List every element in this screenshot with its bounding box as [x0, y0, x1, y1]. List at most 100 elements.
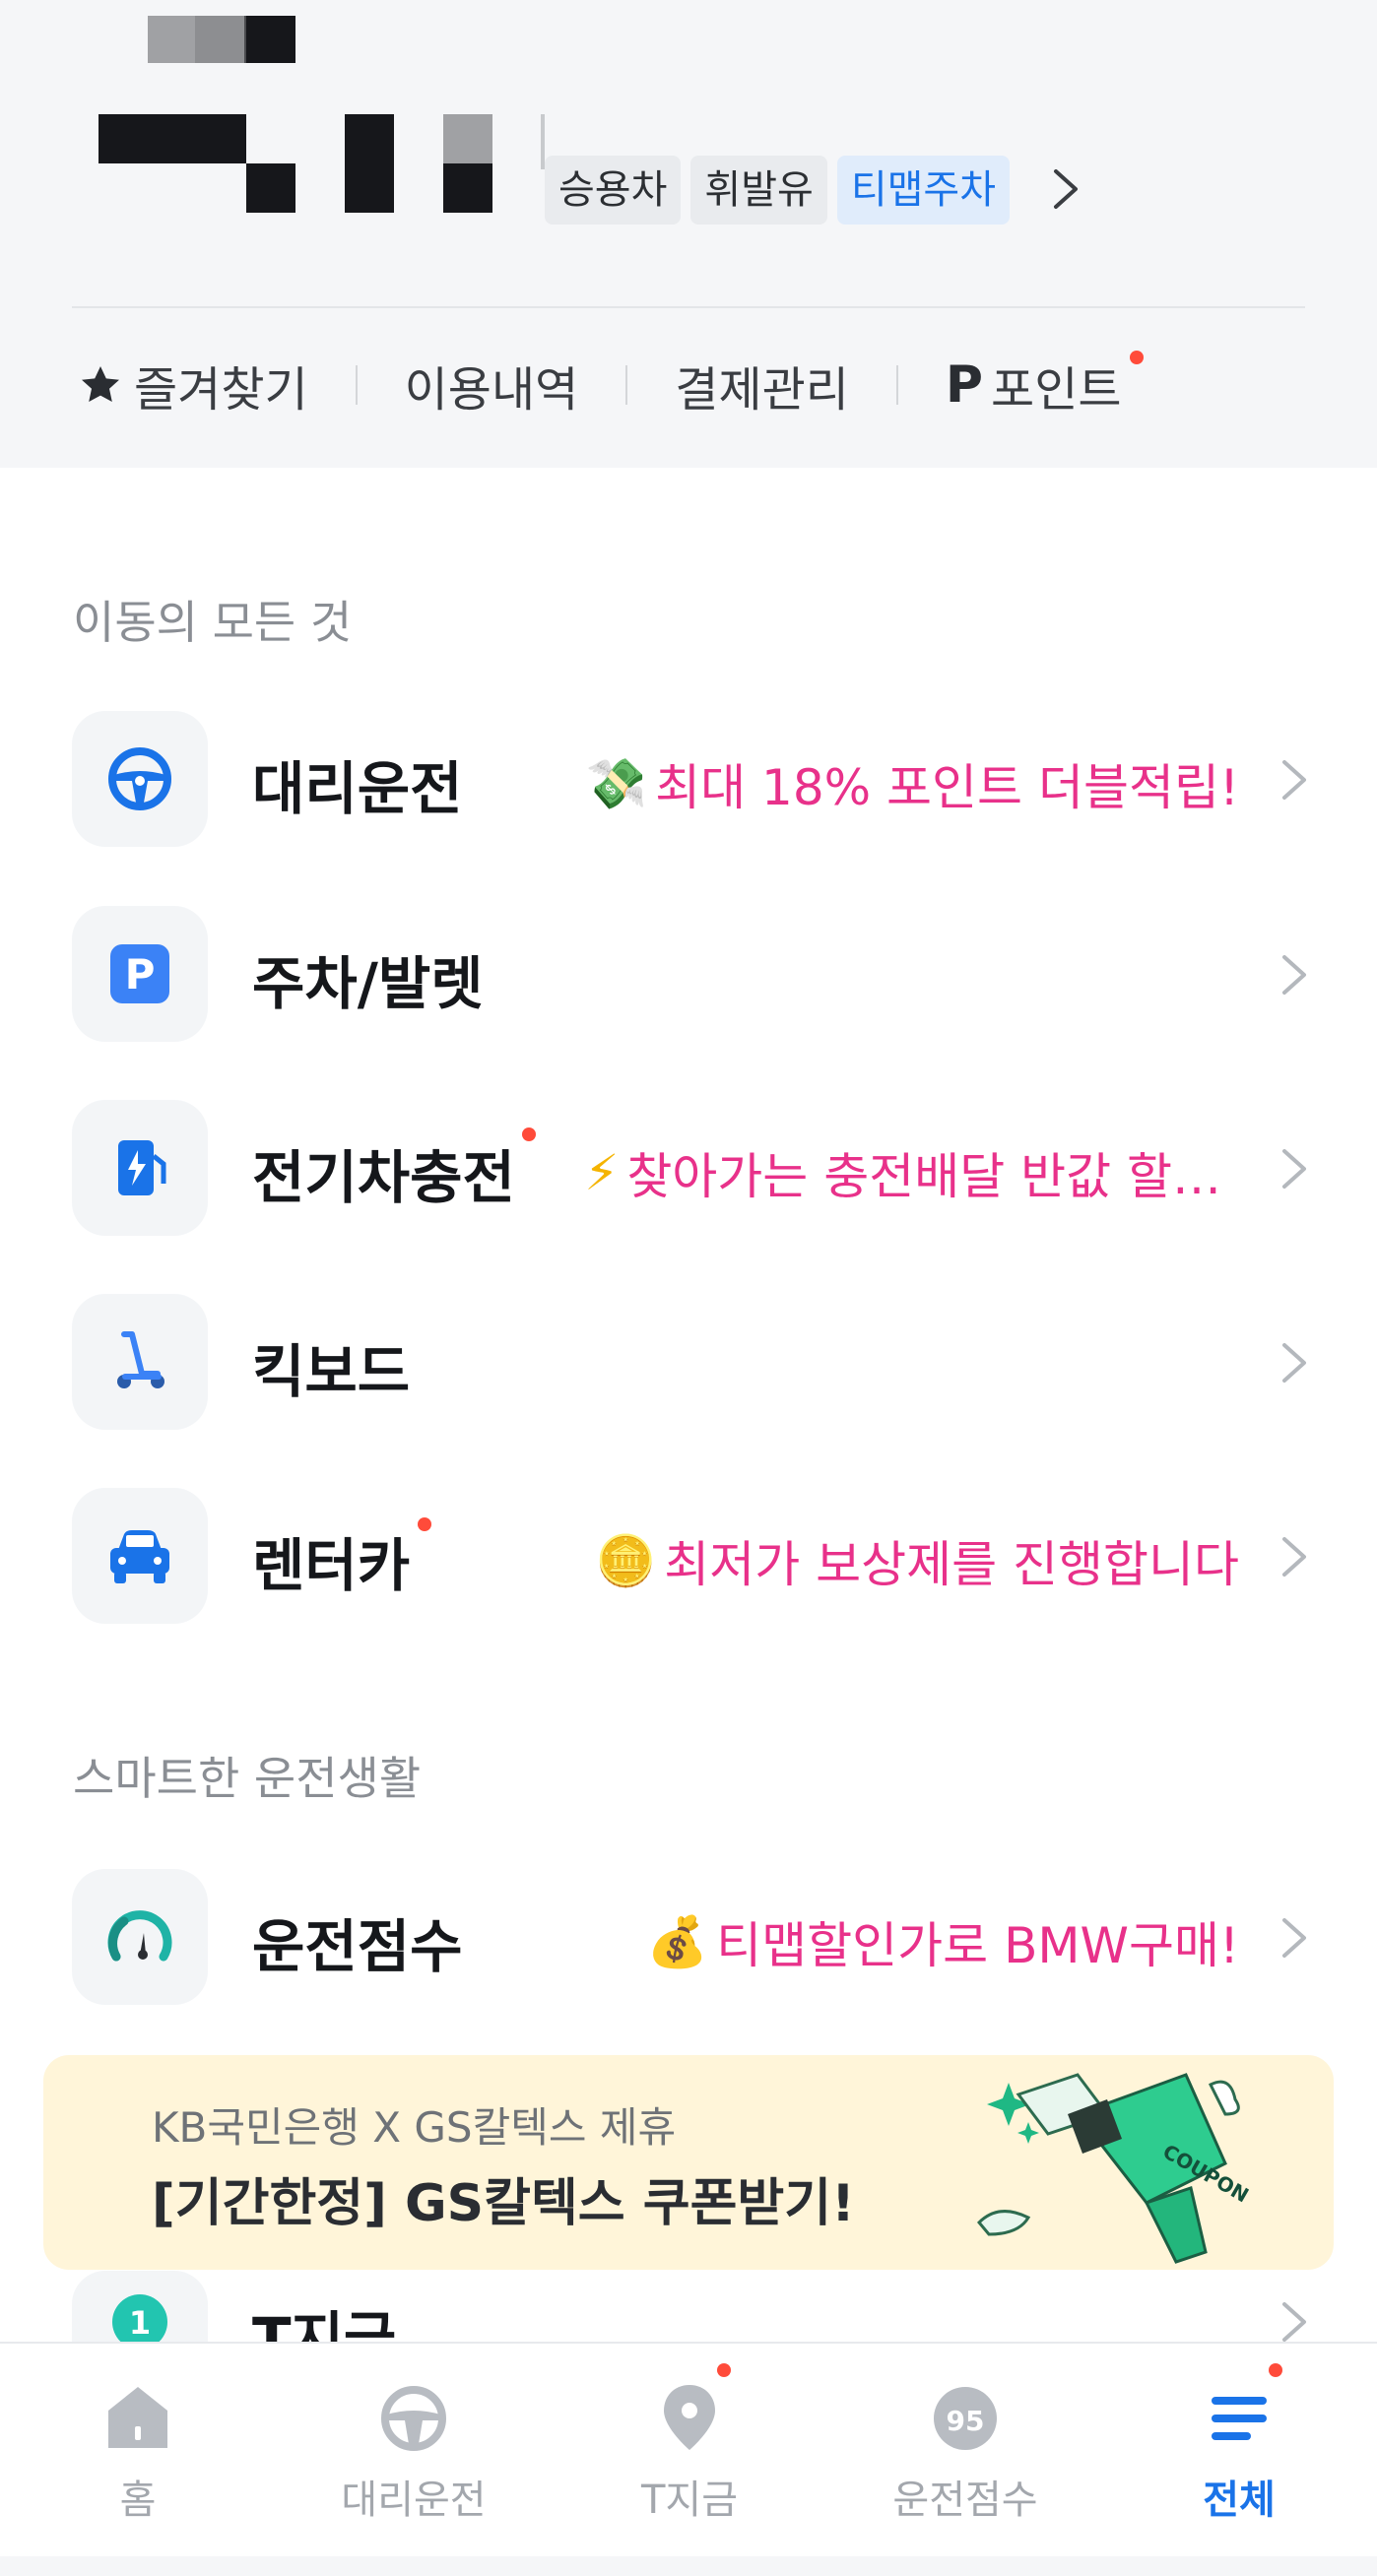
payment-button[interactable]: 결제관리 [675, 351, 849, 419]
row-title: 주차/발렛 [252, 950, 484, 1017]
points-label: 포인트 [991, 362, 1122, 418]
promo-text: 찾아가는 충전배달 반값 할… [626, 1148, 1221, 1205]
tab-label: 대리운전 [341, 2478, 487, 2523]
chevron-right-icon [1282, 2302, 1306, 2342]
badge-number: 1 [129, 2304, 151, 2342]
list-item-kickboard[interactable]: 킥보드 [0, 1294, 1377, 1432]
notification-dot [717, 2363, 731, 2377]
promo-banner[interactable]: KB국민은행 X GS칼텍스 제휴 [기간한정] GS칼텍스 쿠폰받기! COU… [43, 2055, 1334, 2270]
banner-title: [기간한정] GS칼텍스 쿠폰받기! [152, 2174, 855, 2233]
chevron-right-icon [1282, 760, 1306, 800]
payment-label: 결제관리 [675, 362, 849, 418]
coupon-gun-illustration: COUPON [976, 2073, 1253, 2264]
tab-label: T지금 [640, 2478, 739, 2523]
tag-tmap-parking[interactable]: 티맵주차 [836, 156, 1011, 225]
row-icon-box [72, 1100, 208, 1236]
money-bag-icon: 💰 [646, 1912, 709, 1970]
chevron-right-icon [1282, 1343, 1306, 1383]
tab-label: 홈 [119, 2478, 157, 2523]
tab-all[interactable]: 전체 [1101, 2344, 1377, 2558]
list-item-driving-score[interactable]: 운전점수 💰 티맵할인가로 BMW구매! [0, 1869, 1377, 2007]
redacted-block [443, 163, 492, 213]
list-item-ev-charging[interactable]: 전기차충전 ⚡ 찾아가는 충전배달 반값 할… [0, 1100, 1377, 1238]
chevron-right-icon [1282, 1537, 1306, 1577]
redacted-block [246, 16, 295, 63]
promo-text: 최저가 보상제를 진행합니다 [664, 1536, 1239, 1593]
bottom-strip [0, 2556, 1377, 2576]
home-icon [108, 2387, 167, 2448]
row-title: 킥보드 [252, 1338, 411, 1405]
list-item-designated-driver[interactable]: 대리운전 💸 최대 18% 포인트 더블적립! [0, 711, 1377, 849]
parking-icon: P [110, 944, 169, 1003]
tab-label: 운전점수 [892, 2478, 1038, 2523]
list-item-t-now[interactable]: 1 T지금 [0, 2271, 1377, 2342]
header-area: 승용차 휘발유 티맵주차 즐겨찾기 이용내역 결제관리 P 포인트 [0, 0, 1377, 468]
points-button[interactable]: P 포인트 [945, 351, 1144, 419]
section-title-smart-driving: 스마트한 운전생활 [73, 1752, 422, 1805]
svg-text:P: P [125, 950, 156, 998]
history-label: 이용내역 [404, 362, 579, 418]
separator [625, 365, 628, 405]
row-promo: 🪙 최저가 보상제를 진행합니다 [595, 1525, 1239, 1596]
row-promo: 💸 최대 18% 포인트 더블적립! [586, 748, 1239, 819]
badge-number-icon: 1 [112, 2294, 167, 2342]
quick-menu: 즐겨찾기 이용내역 결제관리 P 포인트 [77, 351, 1144, 419]
redacted-block [443, 114, 492, 163]
row-icon-box [72, 1869, 208, 2005]
money-icon: 💸 [585, 754, 648, 812]
banner-subtitle: KB국민은행 X GS칼텍스 제휴 [152, 2103, 677, 2152]
favorites-button[interactable]: 즐겨찾기 [77, 351, 308, 419]
history-button[interactable]: 이용내역 [405, 351, 579, 419]
steering-wheel-icon [381, 2386, 446, 2451]
chevron-right-icon [1282, 955, 1306, 995]
vehicle-tags[interactable]: 승용차 휘발유 티맵주차 [545, 156, 1011, 225]
tab-t-now[interactable]: T지금 [552, 2344, 827, 2558]
coin-icon: 🪙 [594, 1531, 657, 1589]
separator [355, 365, 358, 405]
star-icon [82, 366, 119, 402]
chevron-right-icon [1282, 1918, 1306, 1958]
row-promo: ⚡ 찾아가는 충전배달 반값 할… [584, 1137, 1221, 1208]
notification-dot [522, 1127, 536, 1141]
section-title-mobility: 이동의 모든 것 [73, 596, 353, 649]
row-title: 대리운전 [252, 755, 463, 822]
row-title: T지금 [252, 2305, 397, 2342]
row-icon-box: P [72, 906, 208, 1042]
notification-dot [1269, 2363, 1282, 2377]
row-title: 전기차충전 [252, 1144, 515, 1211]
list-item-parking-valet[interactable]: P 주차/발렛 [0, 906, 1377, 1044]
redacted-name[interactable] [98, 114, 246, 163]
menu-icon [1212, 2397, 1267, 2440]
row-icon-box [72, 1488, 208, 1624]
favorites-label: 즐겨찾기 [134, 362, 308, 418]
redacted-block [148, 16, 195, 63]
row-title: 렌터카 [252, 1532, 411, 1599]
redacted-block [246, 163, 295, 213]
chevron-right-icon[interactable] [1046, 167, 1085, 211]
row-icon-box [72, 1294, 208, 1430]
notification-dot [418, 1517, 431, 1531]
row-icon-box [72, 711, 208, 847]
chevron-right-icon [1282, 1149, 1306, 1189]
tab-label: 전체 [1203, 2478, 1276, 2523]
tab-home[interactable]: 홈 [0, 2344, 276, 2558]
tag-fuel-type[interactable]: 휘발유 [690, 156, 827, 225]
score-value: 95 [947, 2405, 985, 2437]
car-icon [110, 1530, 169, 1583]
location-pin-icon [664, 2385, 715, 2450]
tab-designated-driver[interactable]: 대리운전 [276, 2344, 552, 2558]
row-promo: 💰 티맵할인가로 BMW구매! [647, 1906, 1239, 1977]
notification-dot [1129, 351, 1144, 364]
tab-driving-score[interactable]: 95 운전점수 [827, 2344, 1103, 2558]
steering-wheel-icon [108, 747, 171, 810]
tag-car-type[interactable]: 승용차 [545, 156, 682, 225]
speedometer-icon [107, 1910, 172, 1962]
header-divider [72, 306, 1305, 308]
points-icon: P [945, 355, 984, 415]
lightning-icon: ⚡ [584, 1144, 620, 1201]
row-title: 운전점수 [252, 1913, 463, 1980]
promo-text: 티맵할인가로 BMW구매! [716, 1917, 1239, 1974]
redacted-block [195, 16, 244, 63]
kickboard-icon [117, 1331, 164, 1388]
list-item-rental-car[interactable]: 렌터카 🪙 최저가 보상제를 진행합니다 [0, 1488, 1377, 1626]
